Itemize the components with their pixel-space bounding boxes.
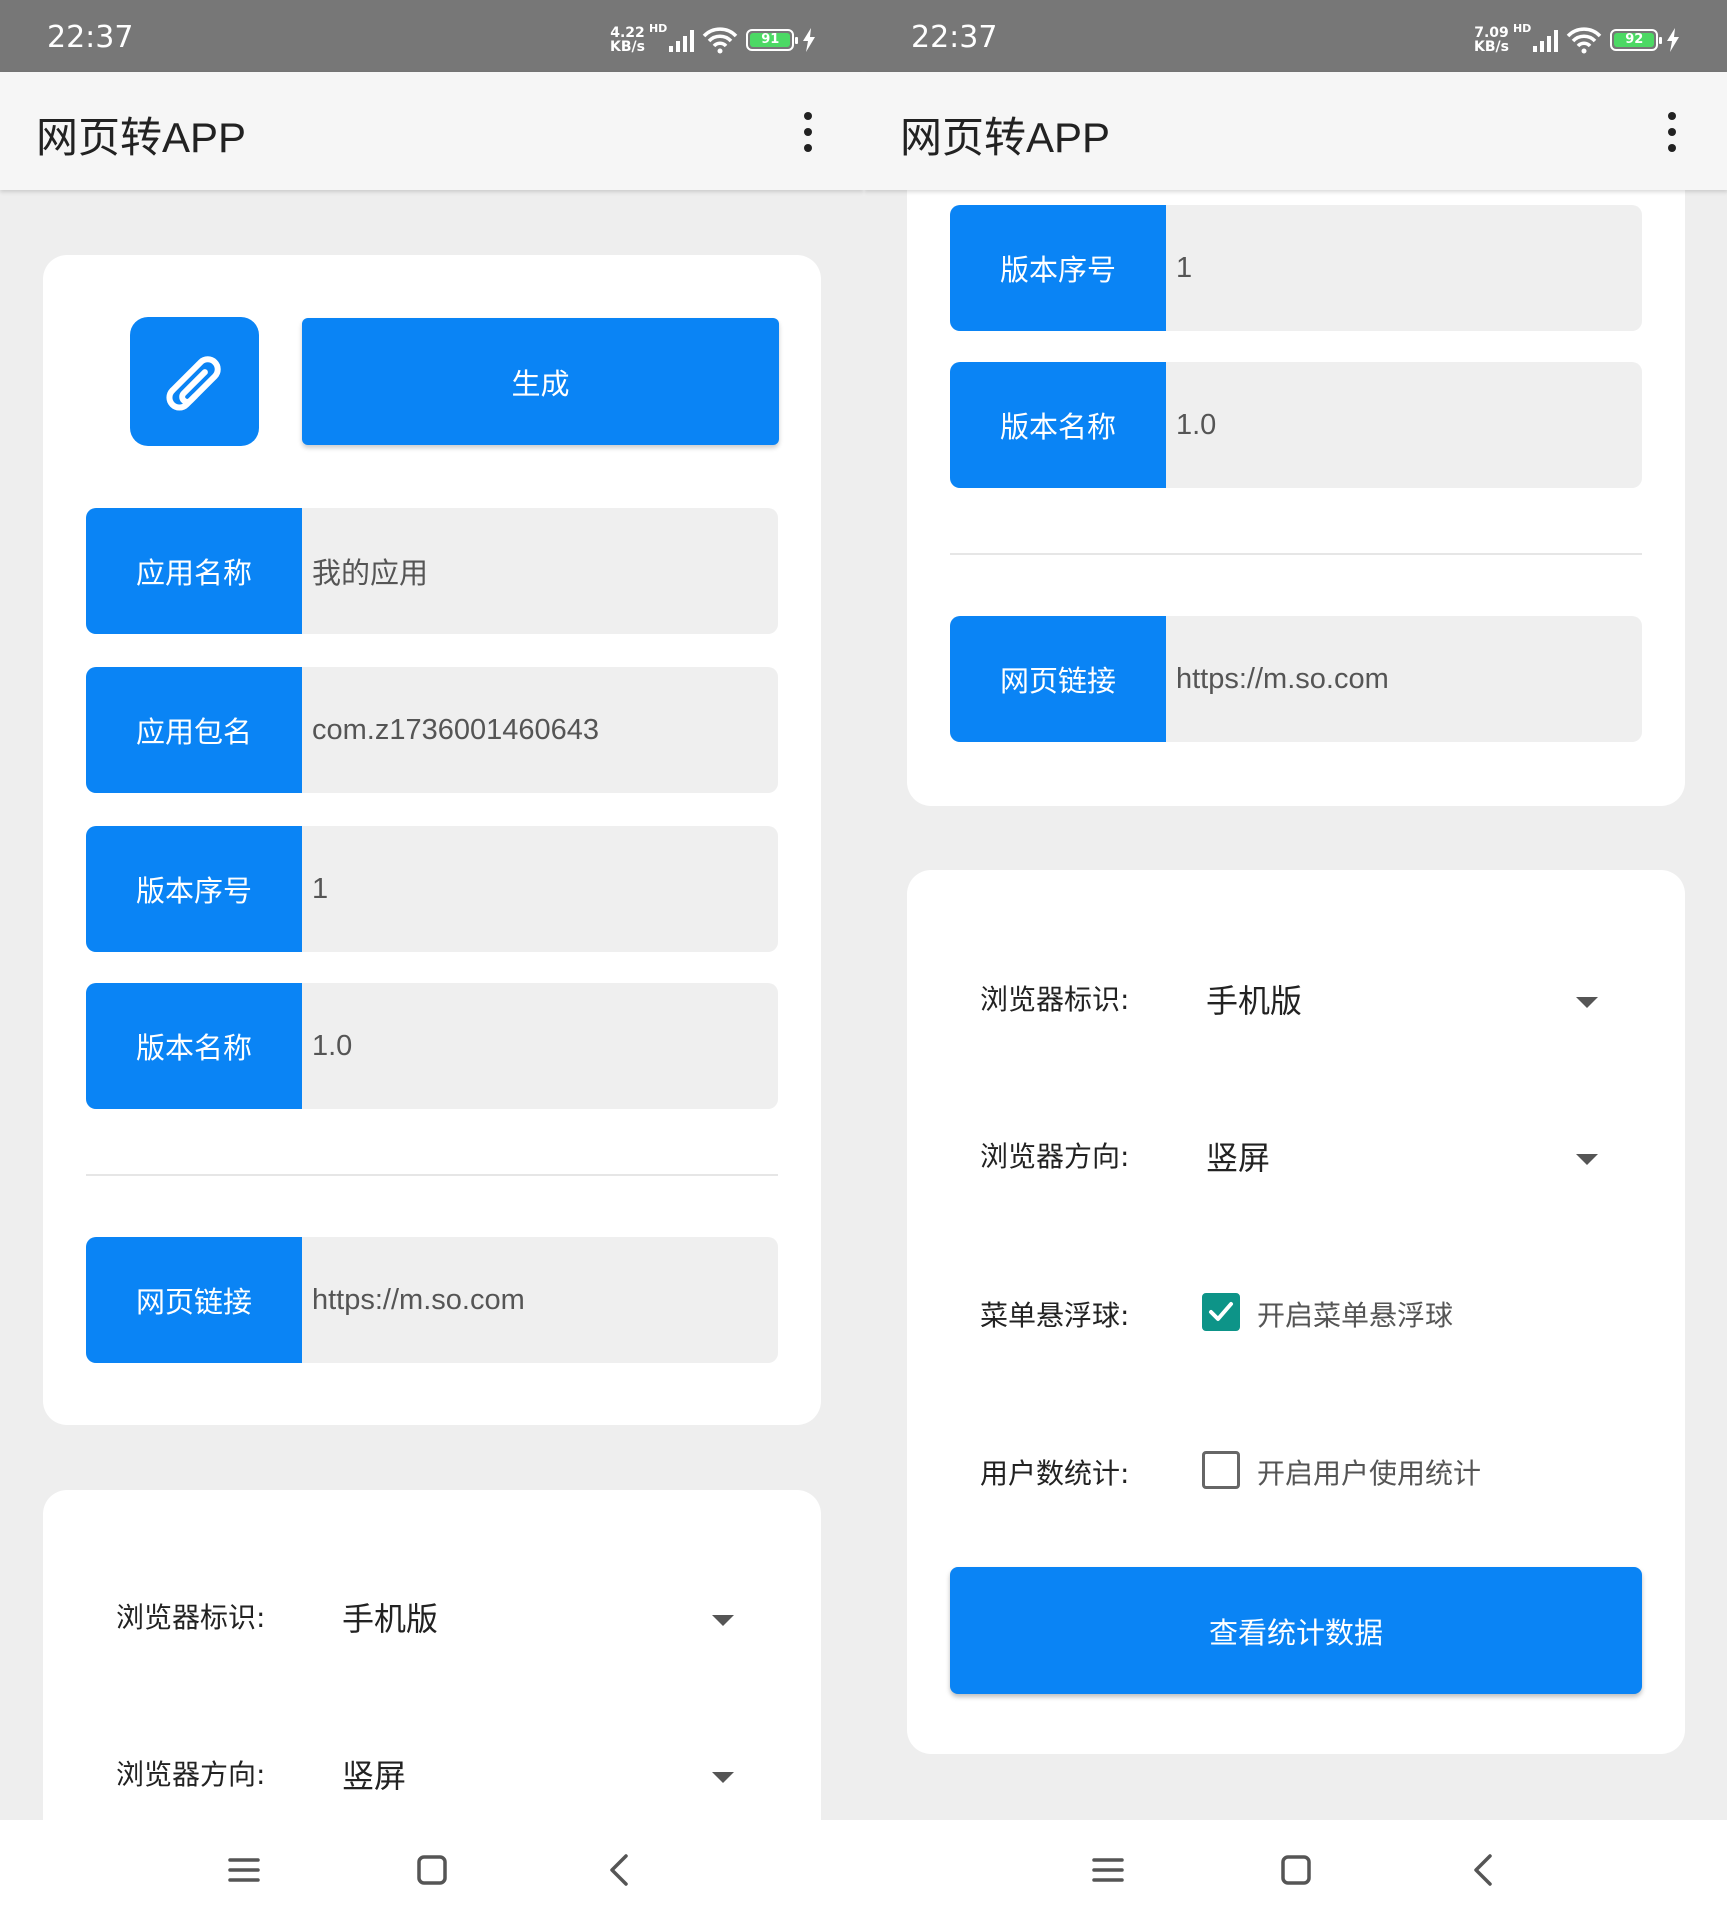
status-bar: 22:37 7.09 KB/s HD 92	[864, 0, 1727, 72]
home-icon[interactable]	[412, 1850, 452, 1890]
wifi-icon	[1567, 27, 1602, 54]
nav-bar	[864, 1820, 1727, 1920]
network-speed: 7.09 KB/s	[1474, 25, 1509, 55]
app-title: 网页转APP	[36, 114, 247, 161]
field-label: 应用名称	[86, 508, 302, 634]
user-stats-option[interactable]: 开启用户使用统计	[1257, 1452, 1481, 1492]
scroll-content[interactable]: 版本序号 1 版本名称 1.0 网页链接 https://m.so.com 浏览…	[864, 190, 1727, 1820]
user-stats-label: 用户数统计:	[980, 1457, 1130, 1490]
version-code-field: 版本序号 1	[86, 826, 778, 952]
app-info-card: 版本序号 1 版本名称 1.0 网页链接 https://m.so.com	[907, 190, 1685, 806]
signal-icon	[669, 28, 695, 52]
paperclip-icon	[165, 355, 221, 411]
back-icon[interactable]	[600, 1850, 640, 1890]
charging-icon	[1667, 28, 1680, 52]
network-speed: 4.22 KB/s	[610, 25, 645, 55]
package-name-input[interactable]: com.z1736001460643	[302, 667, 778, 793]
scroll-content[interactable]: 生成 应用名称 我的应用 应用包名 com.z1736001460643 版本序…	[0, 190, 864, 1820]
app-icon-picker[interactable]	[130, 317, 259, 446]
url-field: 网页链接 https://m.so.com	[86, 1237, 778, 1363]
battery-icon: 91	[746, 29, 799, 51]
url-input[interactable]: https://m.so.com	[302, 1237, 778, 1363]
back-icon[interactable]	[1464, 1850, 1504, 1890]
field-label: 版本名称	[86, 983, 302, 1109]
battery-icon: 92	[1610, 29, 1663, 51]
app-name-field: 应用名称 我的应用	[86, 508, 778, 634]
generate-button[interactable]: 生成	[302, 318, 779, 445]
dropdown-arrow-icon[interactable]	[712, 1772, 734, 1783]
status-time: 22:37	[911, 20, 998, 55]
menu-icon[interactable]	[224, 1850, 264, 1890]
ua-label: 浏览器标识:	[116, 1601, 266, 1634]
nav-bar	[0, 1820, 864, 1920]
browser-settings-card: 浏览器标识: 手机版 浏览器方向: 竖屏 菜单悬浮球: 开启菜单悬浮球 用户数统…	[907, 870, 1685, 1754]
field-label: 网页链接	[86, 1237, 302, 1363]
app-bar: 网页转APP	[0, 72, 864, 190]
status-time: 22:37	[47, 20, 134, 55]
view-stats-button[interactable]: 查看统计数据	[950, 1567, 1642, 1694]
app-info-card: 生成 应用名称 我的应用 应用包名 com.z1736001460643 版本序…	[43, 255, 821, 1425]
version-name-field: 版本名称 1.0	[86, 983, 778, 1109]
user-stats-checkbox[interactable]	[1202, 1451, 1240, 1489]
charging-icon	[803, 28, 816, 52]
checkmark-icon	[1209, 1302, 1233, 1321]
url-input[interactable]: https://m.so.com	[1166, 616, 1642, 742]
orientation-select[interactable]: 竖屏	[1206, 1133, 1270, 1179]
hd-indicator: HD	[1512, 22, 1532, 35]
signal-icon	[1533, 28, 1559, 52]
menu-icon[interactable]	[1088, 1850, 1128, 1890]
version-name-input[interactable]: 1.0	[1166, 362, 1642, 488]
divider	[86, 1174, 778, 1176]
field-label: 网页链接	[950, 616, 1166, 742]
version-code-input[interactable]: 1	[1166, 205, 1642, 331]
browser-settings-card: 浏览器标识: 手机版 浏览器方向: 竖屏	[43, 1490, 821, 1820]
app-title: 网页转APP	[900, 114, 1111, 161]
url-field: 网页链接 https://m.so.com	[950, 616, 1642, 742]
wifi-icon	[703, 27, 738, 54]
float-ball-checkbox[interactable]	[1202, 1293, 1240, 1331]
orientation-label: 浏览器方向:	[980, 1140, 1130, 1173]
field-label: 应用包名	[86, 667, 302, 793]
app-name-input[interactable]: 我的应用	[302, 508, 778, 634]
ua-select[interactable]: 手机版	[342, 1594, 438, 1640]
float-ball-option[interactable]: 开启菜单悬浮球	[1257, 1294, 1453, 1334]
version-name-input[interactable]: 1.0	[302, 983, 778, 1109]
ua-label: 浏览器标识:	[980, 983, 1130, 1016]
field-label: 版本序号	[86, 826, 302, 952]
dropdown-arrow-icon[interactable]	[1576, 997, 1598, 1008]
phone-screen-right: 22:37 7.09 KB/s HD 92 网页转APP 版本序号 1 版本名称…	[864, 0, 1727, 1920]
float-ball-label: 菜单悬浮球:	[980, 1299, 1130, 1332]
dropdown-arrow-icon[interactable]	[1576, 1154, 1598, 1165]
package-name-field: 应用包名 com.z1736001460643	[86, 667, 778, 793]
more-options-icon[interactable]	[1662, 112, 1682, 152]
divider	[950, 553, 1642, 555]
version-code-field: 版本序号 1	[950, 205, 1642, 331]
orientation-select[interactable]: 竖屏	[342, 1751, 406, 1797]
ua-select[interactable]: 手机版	[1206, 976, 1302, 1022]
status-bar: 22:37 4.22 KB/s HD 91	[0, 0, 864, 72]
field-label: 版本序号	[950, 205, 1166, 331]
dropdown-arrow-icon[interactable]	[712, 1615, 734, 1626]
orientation-label: 浏览器方向:	[116, 1758, 266, 1791]
phone-screen-left: 22:37 4.22 KB/s HD 91 网页转APP 生成 应用名称 我的应…	[0, 0, 864, 1920]
field-label: 版本名称	[950, 362, 1166, 488]
more-options-icon[interactable]	[798, 112, 818, 152]
home-icon[interactable]	[1276, 1850, 1316, 1890]
version-name-field: 版本名称 1.0	[950, 362, 1642, 488]
version-code-input[interactable]: 1	[302, 826, 778, 952]
hd-indicator: HD	[648, 22, 668, 35]
app-bar: 网页转APP	[864, 72, 1727, 190]
